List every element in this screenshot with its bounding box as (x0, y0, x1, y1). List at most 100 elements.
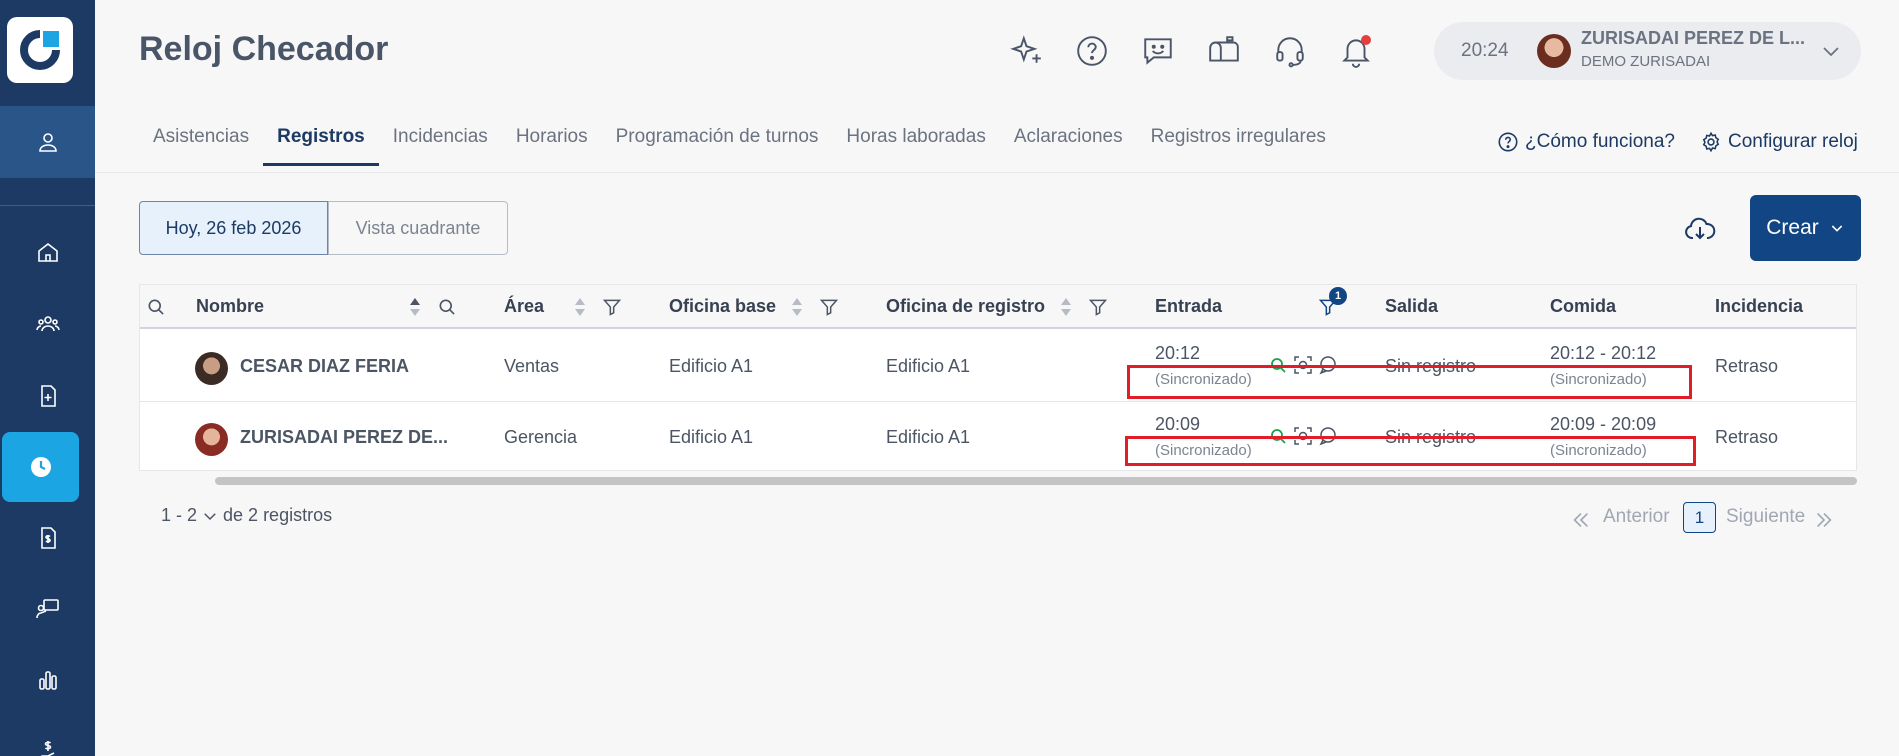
configure-clock-link[interactable]: Configurar reloj (1700, 131, 1858, 153)
avatar (195, 352, 228, 385)
user-name: ZURISADAI PEREZ DE L... (1581, 28, 1806, 48)
chevron-down-icon[interactable] (201, 507, 219, 525)
sort-icon[interactable] (574, 295, 586, 319)
filter-icon[interactable] (1088, 297, 1108, 317)
home-icon (37, 242, 58, 262)
mailbox-icon (1209, 36, 1239, 62)
sidebar-item-documents[interactable] (0, 361, 95, 431)
help-button[interactable] (1073, 32, 1111, 70)
sort-icon[interactable] (409, 295, 421, 319)
sort-icon[interactable] (1060, 295, 1072, 319)
col-salida[interactable]: Salida (1385, 296, 1438, 317)
clock-icon (30, 457, 51, 477)
presentation-icon (35, 599, 59, 619)
area-cell: Ventas (504, 356, 560, 376)
how-it-works-label: ¿Cómo funciona? (1525, 131, 1675, 152)
create-button[interactable]: Crear (1750, 195, 1861, 261)
how-it-works-link[interactable]: ¿Cómo funciona? (1497, 131, 1675, 153)
sidebar-item-team[interactable] (0, 289, 95, 359)
sidebar-item-reports[interactable] (0, 645, 95, 715)
entry-time: 20:09 (1155, 414, 1201, 434)
filter-icon[interactable] (819, 297, 839, 317)
col-incidencia[interactable]: Incidencia (1715, 296, 1803, 317)
incidence-cell: Retraso (1715, 427, 1779, 447)
tab-aclaraciones[interactable]: Aclaraciones (1000, 122, 1137, 166)
col-comida[interactable]: Comida (1550, 296, 1616, 317)
sidebar (0, 0, 95, 756)
page-number-button[interactable]: 1 (1683, 502, 1716, 533)
question-circle-icon (1498, 132, 1518, 152)
page-size-selector[interactable]: 1 - 2 de 2 registros (161, 505, 332, 526)
sparkle-icon (1010, 35, 1041, 63)
bar-chart-icon (38, 671, 57, 690)
cloud-download-icon[interactable] (1684, 214, 1716, 246)
col-nombre[interactable]: Nombre (196, 296, 264, 317)
tab-incidencias[interactable]: Incidencias (379, 122, 502, 166)
tab-registros-irregulares[interactable]: Registros irregulares (1137, 122, 1340, 166)
table-header: Nombre Área Oficina base Oficina de regi… (140, 285, 1856, 329)
sidebar-item-payments[interactable] (0, 716, 95, 756)
sidebar-item-clock[interactable] (2, 432, 79, 502)
meal-time: 20:12 - 20:12 (1550, 343, 1657, 363)
double-chevron-left-icon[interactable] (1570, 509, 1592, 531)
chevron-down-icon[interactable] (1819, 39, 1843, 63)
base-office-cell: Edificio A1 (669, 427, 754, 447)
employee-name[interactable]: ZURISADAI PEREZ DE... (240, 427, 448, 448)
filter-count-badge: 1 (1329, 287, 1347, 305)
document-add-icon (40, 385, 56, 407)
mailbox-button[interactable] (1205, 32, 1243, 70)
double-chevron-right-icon[interactable] (1813, 509, 1835, 531)
sidebar-item-payroll[interactable] (0, 503, 95, 573)
question-circle-icon (1077, 36, 1107, 66)
col-oficina-registro[interactable]: Oficina de registro (886, 296, 1045, 317)
search-icon[interactable] (437, 297, 457, 317)
col-entrada[interactable]: Entrada (1155, 296, 1222, 317)
tab-horas-laboradas[interactable]: Horas laboradas (832, 122, 999, 166)
notifications-button[interactable] (1337, 32, 1375, 70)
tab-asistencias[interactable]: Asistencias (139, 122, 263, 166)
register-office-cell: Edificio A1 (886, 356, 971, 376)
col-oficina-base[interactable]: Oficina base (669, 296, 776, 317)
chevron-down-icon (1831, 225, 1842, 232)
gear-icon (1702, 131, 1720, 153)
tab-registros[interactable]: Registros (263, 122, 379, 166)
sort-icon[interactable] (791, 295, 803, 319)
search-icon[interactable] (146, 297, 166, 317)
sidebar-item-training[interactable] (0, 574, 95, 644)
create-button-label: Crear (1766, 216, 1819, 239)
sidebar-divider (0, 205, 95, 206)
sidebar-item-profile[interactable] (0, 106, 95, 178)
avatar (1537, 34, 1571, 68)
horizontal-scrollbar[interactable] (215, 477, 1857, 485)
next-page-button[interactable]: Siguiente (1726, 506, 1805, 528)
clock-time: 20:24 (1461, 40, 1509, 61)
incidence-cell: Retraso (1715, 356, 1779, 376)
filter-icon[interactable] (602, 297, 622, 317)
sidebar-item-home[interactable] (0, 217, 95, 287)
configure-clock-label: Configurar reloj (1728, 131, 1858, 152)
employee-name[interactable]: CESAR DIAZ FERIA (240, 356, 409, 377)
headset-icon (1276, 37, 1304, 68)
user-menu[interactable]: 20:24 ZURISADAI PEREZ DE L... DEMO ZURIS… (1434, 22, 1861, 80)
avatar (195, 423, 228, 456)
date-filter-button[interactable]: Hoy, 26 feb 2026 (139, 201, 328, 255)
range-total: de 2 registros (223, 505, 333, 525)
grid-view-button[interactable]: Vista cuadrante (328, 201, 508, 255)
entry-time: 20:12 (1155, 343, 1201, 363)
app-logo[interactable] (7, 17, 73, 83)
notification-dot (1361, 35, 1371, 45)
previous-page-button[interactable]: Anterior (1603, 506, 1670, 528)
meal-time: 20:09 - 20:09 (1550, 414, 1657, 434)
tab-horarios[interactable]: Horarios (502, 122, 602, 166)
tab-programacion-turnos[interactable]: Programación de turnos (602, 122, 833, 166)
user-icon (38, 133, 57, 152)
register-office-cell: Edificio A1 (886, 427, 971, 447)
page-title: Reloj Checador (139, 30, 389, 68)
highlight-box (1125, 436, 1696, 466)
ai-sparkle-button[interactable] (1008, 32, 1046, 70)
area-cell: Gerencia (504, 427, 578, 447)
support-button[interactable] (1271, 32, 1309, 70)
feedback-button[interactable] (1139, 32, 1177, 70)
col-area[interactable]: Área (504, 296, 544, 317)
highlight-box (1127, 365, 1692, 399)
